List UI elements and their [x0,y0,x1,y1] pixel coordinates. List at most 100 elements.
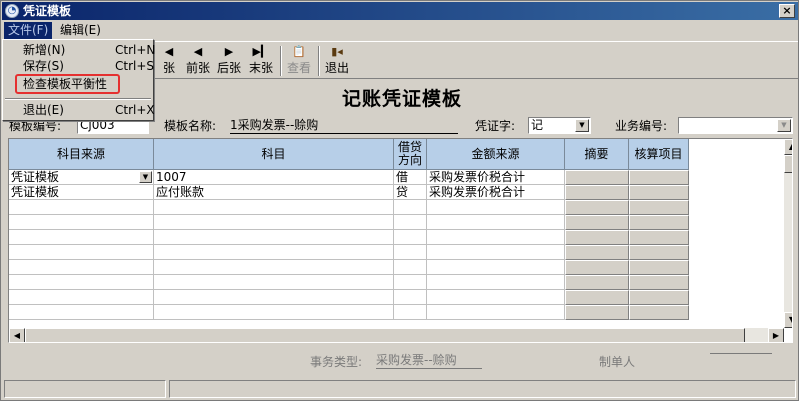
cell-account[interactable]: 应付账款 [154,185,394,200]
cell-account-source[interactable]: 凭证模板 ▼ [9,170,154,185]
first-icon: ◀ [164,45,174,58]
next-record-button[interactable]: ▶ 后张 [215,44,243,78]
view-button[interactable]: 📋 查看 [285,44,313,78]
close-button[interactable]: × [779,4,795,18]
cell-summary-button[interactable] [565,245,629,260]
cell-amount-source[interactable] [427,230,565,245]
exit-button[interactable]: ▮◂ 退出 [323,44,351,78]
cell-accounting-item-button[interactable] [629,215,689,230]
business-no-select[interactable]: ▼ [678,117,793,134]
cell-account-source[interactable] [9,290,154,305]
last-record-button[interactable]: ▶▎ 末张 [247,44,275,78]
cell-account[interactable] [154,230,394,245]
cell-summary-button[interactable] [565,290,629,305]
cell-account[interactable] [154,290,394,305]
cell-direction[interactable] [394,200,427,215]
cell-account-source[interactable] [9,275,154,290]
cell-direction[interactable] [394,275,427,290]
scroll-down-icon[interactable]: ▼ [784,312,792,328]
menu-item-new[interactable]: 新增(N) Ctrl+N [5,42,155,59]
cell-amount-source[interactable] [427,215,565,230]
cell-direction[interactable]: 借 [394,170,427,185]
cell-amount-source[interactable] [427,275,565,290]
scroll-right-icon[interactable]: ▶ [768,328,784,342]
cell-direction[interactable] [394,305,427,320]
cell-summary-button[interactable] [565,215,629,230]
cell-direction[interactable] [394,230,427,245]
annotation-highlight-box [15,74,120,94]
cell-account[interactable] [154,215,394,230]
menu-item-exit[interactable]: 退出(E) Ctrl+X [5,102,155,119]
cell-accounting-item-button[interactable] [629,170,689,185]
menu-edit[interactable]: 编辑(E) [56,22,105,39]
voucher-word-select[interactable]: 记 ▼ [528,117,591,134]
first-record-button[interactable]: ◀ 张 [157,44,181,78]
cell-amount-source[interactable] [427,260,565,275]
voucher-footer: 事务类型: 采购发票--赊购 制单人 [2,344,798,376]
cell-summary-button[interactable] [565,230,629,245]
cell-account-source[interactable] [9,245,154,260]
horizontal-scrollbar[interactable]: ◀ ▶ [9,328,784,342]
cell-account[interactable] [154,305,394,320]
scroll-left-icon[interactable]: ◀ [9,328,25,342]
chevron-down-icon[interactable]: ▼ [575,119,589,132]
menu-item-save[interactable]: 保存(S) Ctrl+S [5,58,154,75]
voucher-word-label: 凭证字: [475,119,516,133]
cell-amount-source[interactable] [427,305,565,320]
hscroll-thumb[interactable] [25,328,745,342]
cell-account[interactable] [154,245,394,260]
business-type-value: 采购发票--赊购 [376,353,482,369]
cell-summary-button[interactable] [565,185,629,200]
col-header-direction[interactable]: 借贷 方向 [394,139,427,170]
menu-file[interactable]: 文件(F) [4,22,53,39]
creator-label: 制单人 [599,355,636,369]
cell-account-source[interactable]: 凭证模板 [9,185,154,200]
cell-summary-button[interactable] [565,200,629,215]
chevron-down-icon[interactable]: ▼ [139,171,152,183]
cell-account-source[interactable] [9,230,154,245]
cell-accounting-item-button[interactable] [629,230,689,245]
cell-summary-button[interactable] [565,170,629,185]
vertical-scrollbar[interactable]: ▲ ▼ [784,139,792,328]
entries-grid[interactable]: 科目来源 科目 借贷 方向 金额来源 摘要 核算项目 凭证模板 ▼ 1007 借采购发… [8,138,793,343]
col-header-accounting-item[interactable]: 核算项目 [629,139,689,170]
cell-amount-source[interactable] [427,245,565,260]
cell-direction[interactable]: 贷 [394,185,427,200]
cell-summary-button[interactable] [565,305,629,320]
cell-accounting-item-button[interactable] [629,305,689,320]
col-header-amount-source[interactable]: 金额来源 [427,139,565,170]
prev-record-button[interactable]: ◀ 前张 [184,44,212,78]
next-icon: ▶ [224,45,234,58]
chevron-down-icon[interactable]: ▼ [777,119,791,132]
col-header-account-source[interactable]: 科目来源 [9,139,154,170]
cell-accounting-item-button[interactable] [629,290,689,305]
cell-account-source[interactable] [9,215,154,230]
cell-account-source[interactable] [9,200,154,215]
template-name-value[interactable]: 1采购发票--赊购 [230,118,458,134]
cell-amount-source[interactable] [427,200,565,215]
cell-account[interactable] [154,200,394,215]
cell-account-source[interactable] [9,260,154,275]
cell-accounting-item-button[interactable] [629,245,689,260]
scroll-up-icon[interactable]: ▲ [784,139,792,155]
cell-account[interactable] [154,275,394,290]
cell-accounting-item-button[interactable] [629,275,689,290]
scroll-thumb[interactable] [784,155,792,173]
cell-direction[interactable] [394,215,427,230]
cell-accounting-item-button[interactable] [629,185,689,200]
col-header-summary[interactable]: 摘要 [565,139,629,170]
cell-direction[interactable] [394,260,427,275]
cell-account[interactable]: 1007 [154,170,394,185]
cell-accounting-item-button[interactable] [629,200,689,215]
col-header-account[interactable]: 科目 [154,139,394,170]
cell-accounting-item-button[interactable] [629,260,689,275]
cell-summary-button[interactable] [565,275,629,290]
cell-account[interactable] [154,260,394,275]
cell-amount-source[interactable]: 采购发票价税合计 [427,185,565,200]
cell-amount-source[interactable] [427,290,565,305]
cell-summary-button[interactable] [565,260,629,275]
cell-account-source[interactable] [9,305,154,320]
cell-amount-source[interactable]: 采购发票价税合计 [427,170,565,185]
cell-direction[interactable] [394,245,427,260]
cell-direction[interactable] [394,290,427,305]
